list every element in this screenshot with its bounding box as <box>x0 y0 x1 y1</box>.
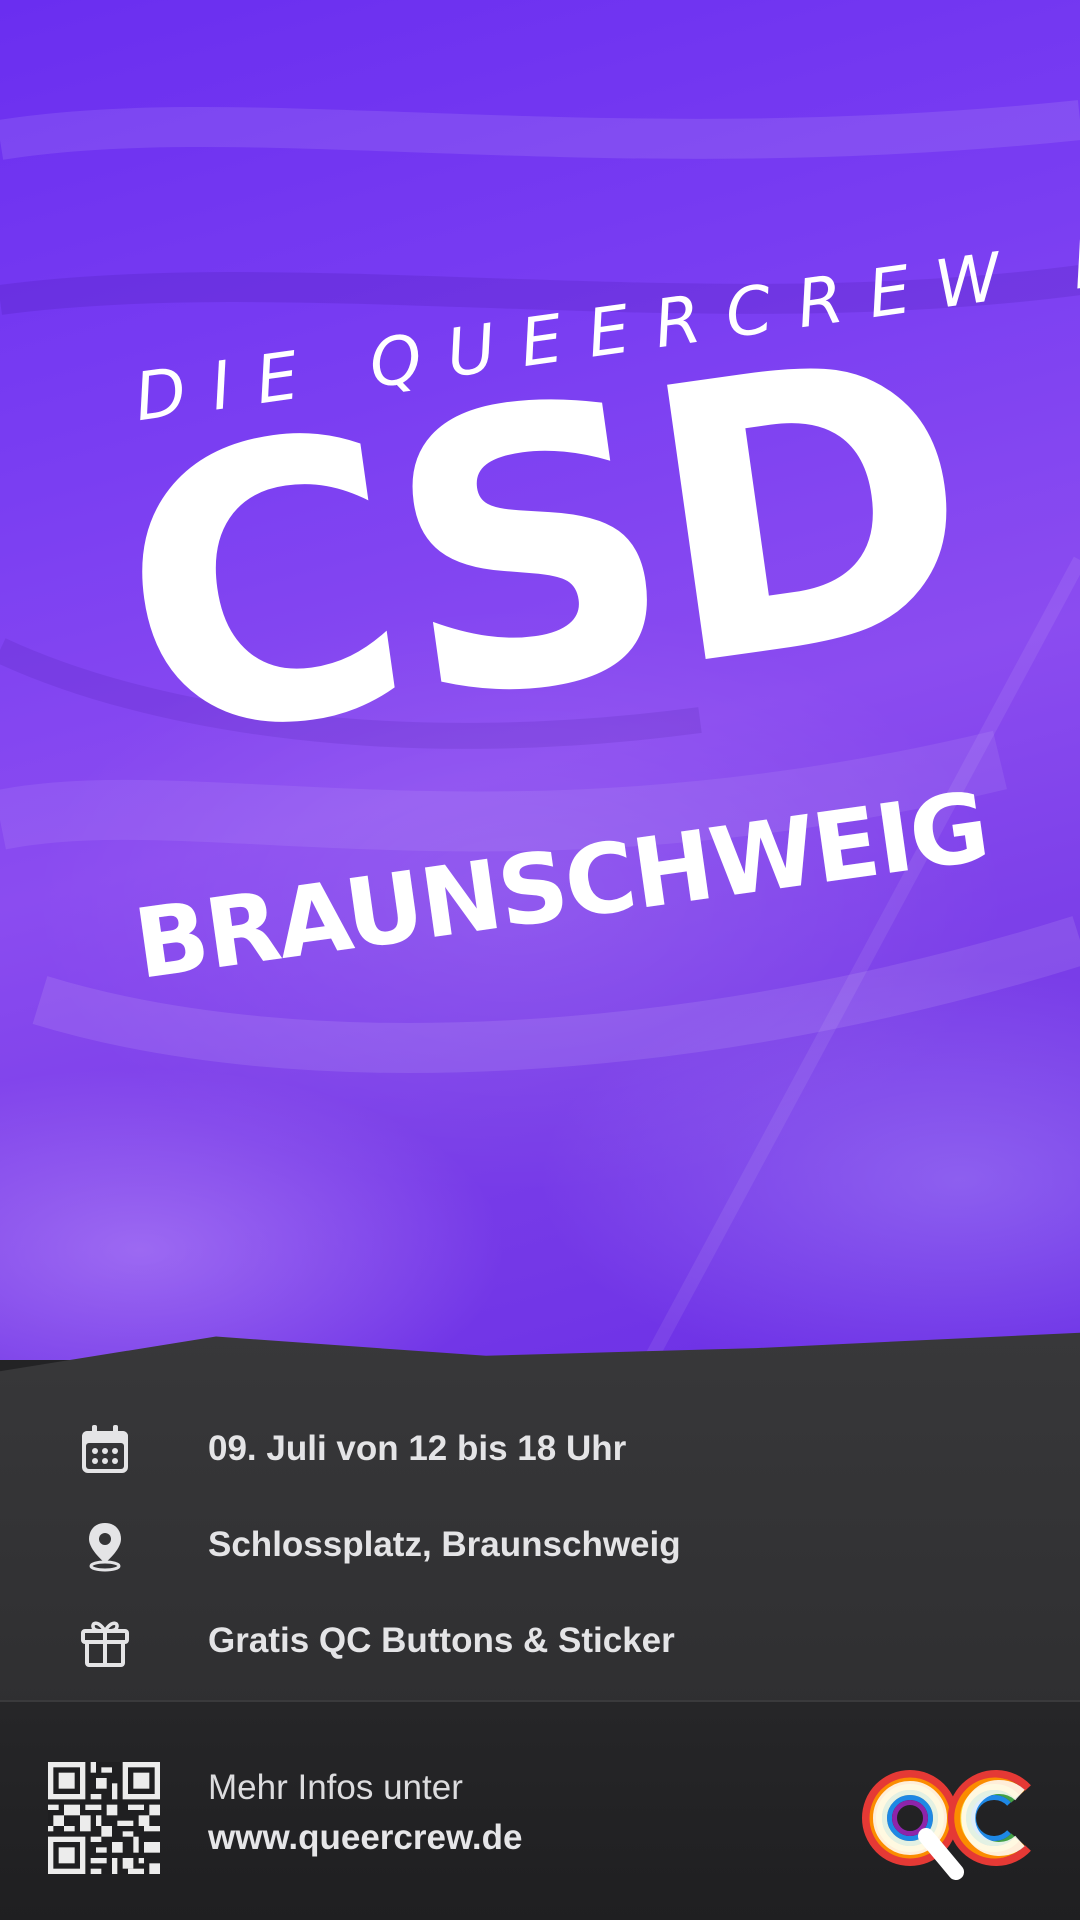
info-row-date: 09. Juli von 12 bis 18 Uhr <box>0 1415 1080 1485</box>
website-link[interactable]: www.queercrew.de <box>208 1818 522 1858</box>
event-date: 09. Juli von 12 bis 18 Uhr <box>208 1429 627 1468</box>
footer: Mehr Infos unter www.queercrew.de <box>0 1700 1080 1920</box>
info-row-location: Schlossplatz, Braunschweig <box>0 1511 1080 1581</box>
poster: DIE QUEERCREW BEIM CSD BRAUNSCHWEIG 09. … <box>0 0 1080 1920</box>
event-location: Schlossplatz, Braunschweig <box>208 1525 681 1564</box>
qc-rainbow-logo-icon <box>862 1770 1031 1880</box>
hero-section: DIE QUEERCREW BEIM CSD BRAUNSCHWEIG <box>0 0 1080 1360</box>
info-row-gift: Gratis QC Buttons & Sticker <box>0 1607 1080 1677</box>
qr-code-icon[interactable] <box>48 1762 160 1874</box>
main-title: CSD <box>95 272 983 828</box>
calendar-icon <box>82 1425 128 1473</box>
more-info-label: Mehr Infos unter <box>208 1768 463 1807</box>
event-info-section: 09. Juli von 12 bis 18 Uhr Schlossplatz,… <box>0 1332 1080 1710</box>
event-giveaway: Gratis QC Buttons & Sticker <box>208 1621 675 1660</box>
location-pin-icon <box>89 1523 121 1572</box>
gift-icon <box>81 1621 129 1667</box>
